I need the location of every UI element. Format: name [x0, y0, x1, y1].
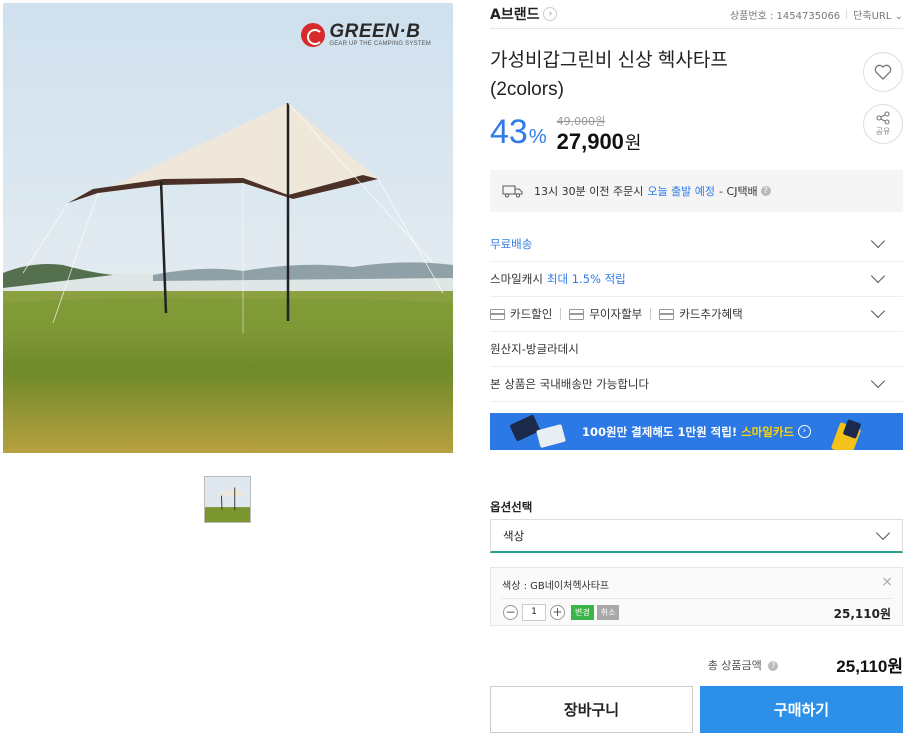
shipping-help-icon[interactable]: ?	[760, 186, 771, 196]
brand-logo-slogan: GEAR UP THE CAMPING SYSTEM	[329, 41, 431, 47]
divider	[501, 598, 892, 599]
chevron-down-icon	[870, 268, 886, 284]
shipping-cutoff: 13시 30분 이전 주문시	[534, 185, 644, 198]
color-option-select[interactable]: 색상	[490, 519, 903, 553]
quantity-minus-button[interactable]: −	[503, 605, 518, 620]
sale-price-unit: 원	[624, 133, 642, 153]
installment-label: 무이자할부	[589, 307, 643, 321]
selected-option-name: 색상 : GB네이처헥사타프	[502, 581, 610, 592]
product-main-image[interactable]: GREEN·B GEAR UP THE CAMPING SYSTEM	[3, 3, 453, 453]
free-shipping-label: 무료배송	[490, 237, 533, 251]
thumbnail-image	[205, 477, 250, 522]
product-thumbnail[interactable]	[204, 476, 251, 523]
banner-highlight: 스마일카드	[741, 424, 794, 439]
truck-icon	[502, 185, 523, 198]
product-title-line1: 가성비갑그린비 신상 헥사타프	[490, 50, 728, 71]
total-price: 25,110원	[836, 657, 903, 676]
buy-now-button[interactable]: 구매하기	[700, 686, 903, 733]
product-number: 상품번호 : 1454735066	[730, 10, 841, 22]
price-block: 43% 49,000원 27,900원	[490, 112, 641, 157]
share-button[interactable]: 공유	[863, 104, 903, 144]
product-title-line2: (2colors)	[490, 79, 564, 100]
quantity-stepper: − 1 + 변경 취소	[503, 604, 620, 621]
row-domestic-only[interactable]: 본 상품은 국내배송만 가능합니다	[490, 367, 903, 402]
row-free-shipping[interactable]: 무료배송	[490, 227, 903, 262]
sale-price: 27,900원	[557, 128, 642, 157]
banner-text: 100원만 결제해도 1만원 적립!	[582, 424, 738, 439]
row-origin: 원산지-방글라데시	[490, 332, 903, 367]
chevron-down-icon	[870, 373, 886, 389]
brand-link[interactable]: A브랜드 ›	[490, 4, 558, 24]
original-price: 49,000원	[556, 115, 606, 128]
tarp-photo	[3, 3, 453, 453]
heart-icon	[874, 64, 892, 80]
like-button[interactable]	[863, 52, 903, 92]
add-to-cart-button[interactable]: 장바구니	[490, 686, 693, 733]
total-label-text: 총 상품금액	[707, 658, 762, 672]
quantity-input[interactable]: 1	[522, 604, 546, 621]
total-label: 총 상품금액 ?	[708, 657, 779, 673]
chevron-down-icon	[875, 525, 891, 540]
row-card-benefits[interactable]: 카드할인 무이자할부 카드추가혜택	[490, 297, 903, 332]
card-discount-icon	[490, 308, 505, 320]
smile-cash-rate: 최대 1.5% 적립	[546, 272, 626, 286]
discount-value: 43	[490, 113, 528, 151]
brand-logo: GREEN·B GEAR UP THE CAMPING SYSTEM	[301, 21, 431, 47]
card-discount-label: 카드할인	[510, 307, 553, 321]
divider	[650, 308, 652, 320]
product-title: 가성비갑그린비 신상 헥사타프 (2colors)	[490, 46, 820, 104]
shipping-carrier: - CJ택배	[719, 185, 758, 198]
shipping-info: 13시 30분 이전 주문시 오늘 출발 예정 - CJ택배 ?	[490, 170, 903, 212]
card-benefit-label: 카드추가혜택	[679, 307, 743, 321]
cancel-option-button[interactable]: 취소	[596, 605, 620, 620]
sale-price-value: 27,900	[556, 129, 624, 154]
quantity-plus-button[interactable]: +	[550, 605, 565, 620]
option-label: 옵션선택	[490, 500, 533, 514]
brand-logo-name: GREEN·B	[329, 21, 421, 42]
short-url-chevron-icon: ⌄	[894, 10, 903, 22]
banner-arrow-icon: ›	[797, 425, 811, 438]
smile-card-banner[interactable]: 100원만 결제해도 1만원 적립! 스마일카드 ›	[490, 413, 903, 450]
share-icon	[876, 111, 890, 125]
option-select-value: 색상	[503, 528, 525, 543]
short-url-button[interactable]: 단축URL ⌄	[853, 7, 903, 22]
remove-option-close-icon[interactable]: ×	[881, 574, 893, 590]
brand-arrow-icon: ›	[543, 7, 558, 21]
chevron-down-icon	[870, 303, 886, 319]
selected-option-price: 25,110원	[833, 607, 891, 621]
discount-unit: %	[528, 126, 547, 148]
smile-cash-label: 스마일캐시	[490, 272, 543, 286]
meta-divider	[846, 9, 848, 19]
benefit-rows: 무료배송 스마일캐시 최대 1.5% 적립 카드할인 무이자할부 카드추가혜택 …	[490, 227, 903, 402]
selected-option-item: 색상 : GB네이처헥사타프 × − 1 + 변경 취소 25,110원	[490, 567, 903, 626]
shipping-today: 오늘 출발 예정	[647, 185, 716, 198]
change-option-button[interactable]: 변경	[571, 605, 594, 620]
row-smile-cash[interactable]: 스마일캐시 최대 1.5% 적립	[490, 262, 903, 297]
product-info-panel: A브랜드 › 상품번호 : 1454735066 단축URL ⌄ 가성비갑그린비…	[490, 0, 903, 733]
product-page: GREEN·B GEAR UP THE CAMPING SYSTEM A브랜드 …	[0, 0, 917, 739]
chevron-down-icon	[870, 233, 886, 249]
card-benefit-icon	[659, 308, 675, 320]
info-topbar: A브랜드 › 상품번호 : 1454735066 단축URL ⌄	[490, 0, 903, 29]
divider	[560, 308, 562, 320]
total-help-icon[interactable]: ?	[768, 660, 779, 671]
share-label: 공유	[875, 127, 891, 136]
discount-rate: 43%	[490, 112, 547, 157]
short-url-label: 단축URL	[853, 10, 892, 22]
total-price-row: 총 상품금액 ? 25,110원	[490, 652, 903, 677]
domestic-label: 본 상품은 국내배송만 가능합니다	[490, 377, 650, 391]
brand-name: A브랜드	[490, 7, 540, 23]
origin-label: 원산지-방글라데시	[490, 342, 579, 356]
brand-mark-icon	[301, 23, 326, 47]
installment-icon	[569, 308, 585, 320]
